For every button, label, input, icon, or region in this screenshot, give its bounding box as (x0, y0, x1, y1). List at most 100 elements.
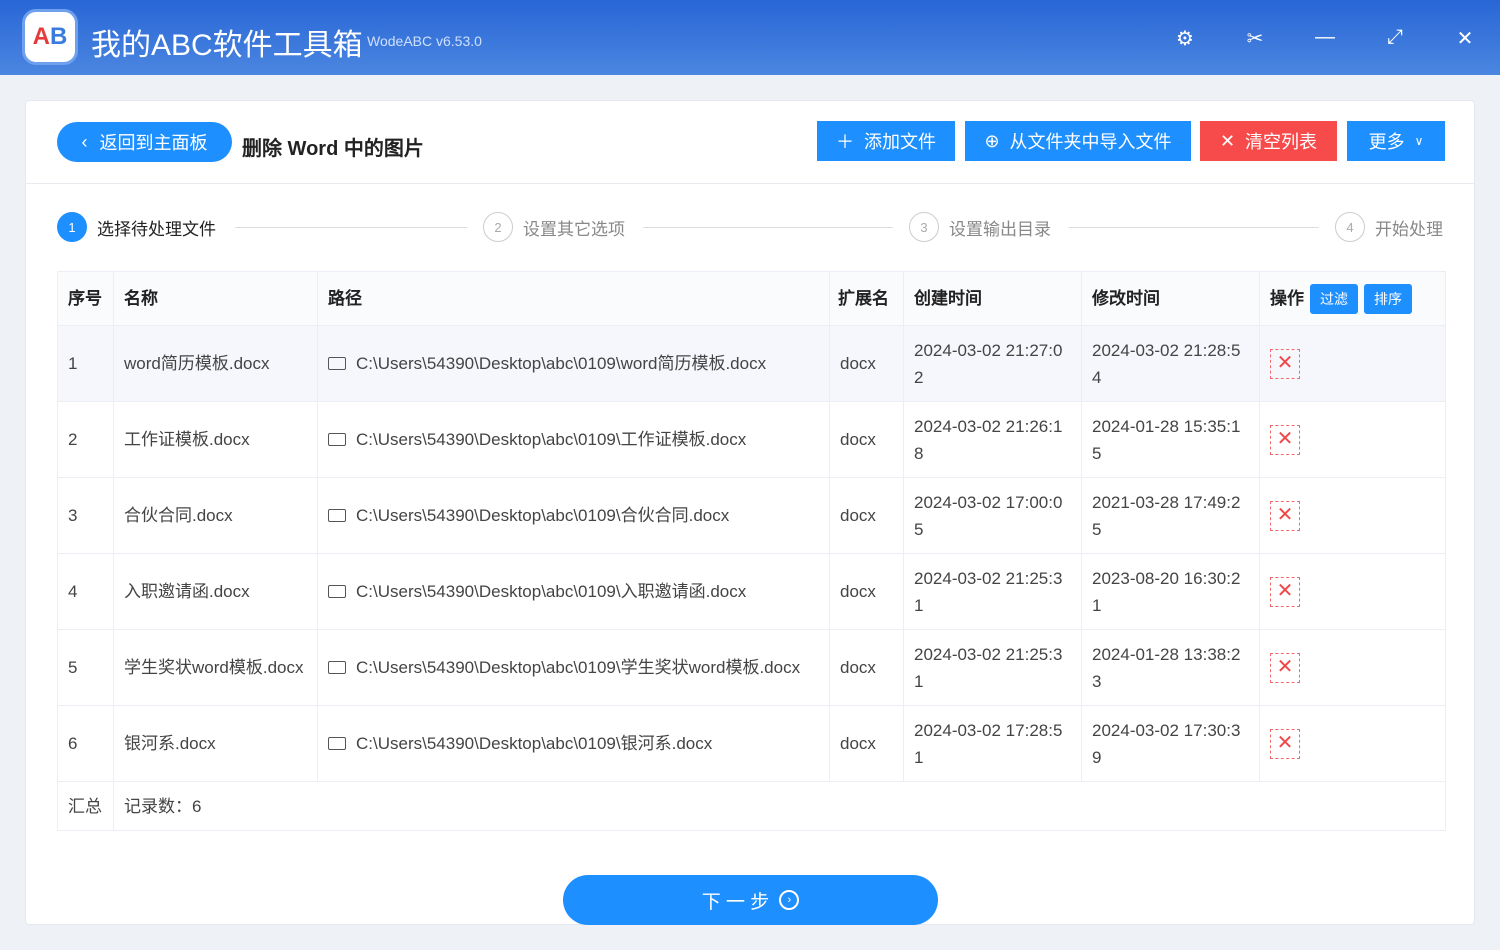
step-number: 3 (909, 212, 939, 242)
created-time: 2024-03-02 21:27:02 (903, 325, 1082, 402)
file-name: 学生奖状word模板.docx (113, 629, 318, 706)
step-3: 3 设置输出目录 (909, 212, 1051, 242)
file-path: C:\Users\54390\Desktop\abc\0109\学生奖状word… (317, 629, 830, 706)
row-index: 5 (57, 629, 114, 706)
modified-time: 2024-03-02 17:30:39 (1081, 705, 1260, 782)
clear-list-button[interactable]: ✕ 清空列表 (1200, 121, 1337, 161)
path-text: C:\Users\54390\Desktop\abc\0109\学生奖状word… (356, 658, 801, 677)
settings-gear-icon[interactable]: ⚙ (1173, 26, 1197, 51)
col-modified: 修改时间 (1081, 271, 1260, 326)
table-row[interactable]: 6 银河系.docx C:\Users\54390\Desktop\abc\01… (57, 705, 1446, 782)
summary-label: 汇总 (57, 781, 114, 831)
sort-button[interactable]: 排序 (1364, 283, 1412, 314)
row-index: 2 (57, 401, 114, 478)
back-to-main-button[interactable]: ‹ 返回到主面板 (57, 122, 232, 162)
file-path: C:\Users\54390\Desktop\abc\0109\入职邀请函.do… (317, 553, 830, 630)
modified-time: 2023-08-20 16:30:21 (1081, 553, 1260, 630)
step-number: 2 (483, 212, 513, 242)
more-label: 更多 (1368, 132, 1405, 152)
step-connector (643, 227, 893, 228)
created-time: 2024-03-02 17:00:05 (903, 477, 1082, 554)
step-label: 设置输出目录 (949, 219, 1051, 239)
app-logo: AB (22, 9, 78, 65)
table-row[interactable]: 1 word简历模板.docx C:\Users\54390\Desktop\a… (57, 325, 1446, 402)
close-icon[interactable]: ✕ (1453, 26, 1477, 51)
path-text: C:\Users\54390\Desktop\abc\0109\word简历模板… (356, 354, 767, 373)
table-row[interactable]: 5 学生奖状word模板.docx C:\Users\54390\Desktop… (57, 629, 1446, 706)
row-index: 3 (57, 477, 114, 554)
file-ext: docx (829, 553, 904, 630)
row-actions: ✕ (1259, 705, 1446, 782)
folder-icon[interactable] (328, 357, 346, 370)
file-name: 工作证模板.docx (113, 401, 318, 478)
row-actions: ✕ (1259, 477, 1446, 554)
row-index: 4 (57, 553, 114, 630)
file-path: C:\Users\54390\Desktop\abc\0109\合伙合同.doc… (317, 477, 830, 554)
step-label: 开始处理 (1375, 219, 1443, 239)
filter-button[interactable]: 过滤 (1310, 283, 1358, 314)
delete-row-icon[interactable]: ✕ (1270, 348, 1300, 379)
delete-row-icon[interactable]: ✕ (1270, 652, 1300, 683)
scissors-icon[interactable]: ✂ (1243, 26, 1267, 51)
modified-time: 2024-03-02 21:28:54 (1081, 325, 1260, 402)
created-time: 2024-03-02 21:25:31 (903, 629, 1082, 706)
row-index: 6 (57, 705, 114, 782)
header-divider (26, 183, 1474, 184)
app-version: WodeABC v6.53.0 (367, 33, 482, 49)
folder-icon[interactable] (328, 509, 346, 522)
delete-row-icon[interactable]: ✕ (1270, 576, 1300, 607)
col-actions: 操作 过滤 排序 (1259, 271, 1446, 326)
step-4: 4 开始处理 (1335, 212, 1443, 242)
actions-label: 操作 (1270, 288, 1304, 308)
maximize-icon[interactable]: ⤢ (1383, 26, 1407, 49)
folder-icon[interactable] (328, 737, 346, 750)
path-text: C:\Users\54390\Desktop\abc\0109\合伙合同.doc… (356, 506, 730, 525)
path-text: C:\Users\54390\Desktop\abc\0109\入职邀请函.do… (356, 582, 747, 601)
file-ext: docx (829, 477, 904, 554)
delete-row-icon[interactable]: ✕ (1270, 500, 1300, 531)
import-folder-button[interactable]: ⊕ 从文件夹中导入文件 (965, 121, 1191, 161)
modified-time: 2021-03-28 17:49:25 (1081, 477, 1260, 554)
step-number: 1 (57, 212, 87, 242)
table-row[interactable]: 4 入职邀请函.docx C:\Users\54390\Desktop\abc\… (57, 553, 1446, 630)
created-time: 2024-03-02 17:28:51 (903, 705, 1082, 782)
row-actions: ✕ (1259, 401, 1446, 478)
file-ext: docx (829, 629, 904, 706)
step-1: 1 选择待处理文件 (57, 212, 216, 242)
table-row[interactable]: 3 合伙合同.docx C:\Users\54390\Desktop\abc\0… (57, 477, 1446, 554)
page-title: 删除 Word 中的图片 (242, 138, 424, 160)
row-actions: ✕ (1259, 629, 1446, 706)
delete-row-icon[interactable]: ✕ (1270, 728, 1300, 759)
delete-row-icon[interactable]: ✕ (1270, 424, 1300, 455)
more-button[interactable]: 更多 ∨ (1347, 121, 1445, 161)
file-ext: docx (829, 705, 904, 782)
col-path: 路径 (317, 271, 830, 326)
add-file-label: 添加文件 (864, 132, 936, 152)
app-title: 我的ABC软件工具箱 (91, 29, 363, 62)
created-time: 2024-03-02 21:25:31 (903, 553, 1082, 630)
next-step-button[interactable]: 下 一 步 › (563, 875, 938, 925)
col-ext: 扩展名 (829, 271, 904, 326)
minimize-icon[interactable]: — (1313, 26, 1337, 49)
step-label: 选择待处理文件 (97, 219, 216, 239)
col-name: 名称 (113, 271, 318, 326)
file-path: C:\Users\54390\Desktop\abc\0109\工作证模板.do… (317, 401, 830, 478)
modified-time: 2024-01-28 15:35:15 (1081, 401, 1260, 478)
row-index: 1 (57, 325, 114, 402)
file-table: 序号 名称 路径 扩展名 创建时间 修改时间 操作 过滤 排序 1 word简历模板… (57, 271, 1446, 831)
folder-icon[interactable] (328, 661, 346, 674)
col-created: 创建时间 (903, 271, 1082, 326)
modified-time: 2024-01-28 13:38:23 (1081, 629, 1260, 706)
add-file-button[interactable]: ＋ 添加文件 (817, 121, 955, 161)
chevron-left-icon: ‹ (81, 131, 88, 152)
file-path: C:\Users\54390\Desktop\abc\0109\银河系.docx (317, 705, 830, 782)
table-row[interactable]: 2 工作证模板.docx C:\Users\54390\Desktop\abc\… (57, 401, 1446, 478)
folder-icon[interactable] (328, 433, 346, 446)
title-bar: AB 我的ABC软件工具箱 WodeABC v6.53.0 ⚙ ✂ — ⤢ ✕ (0, 0, 1500, 75)
file-ext: docx (829, 401, 904, 478)
clear-list-label: 清空列表 (1245, 132, 1318, 152)
chevron-down-icon: ∨ (1414, 134, 1424, 148)
step-label: 设置其它选项 (523, 219, 625, 239)
folder-icon[interactable] (328, 585, 346, 598)
plus-icon: ＋ (836, 132, 854, 152)
